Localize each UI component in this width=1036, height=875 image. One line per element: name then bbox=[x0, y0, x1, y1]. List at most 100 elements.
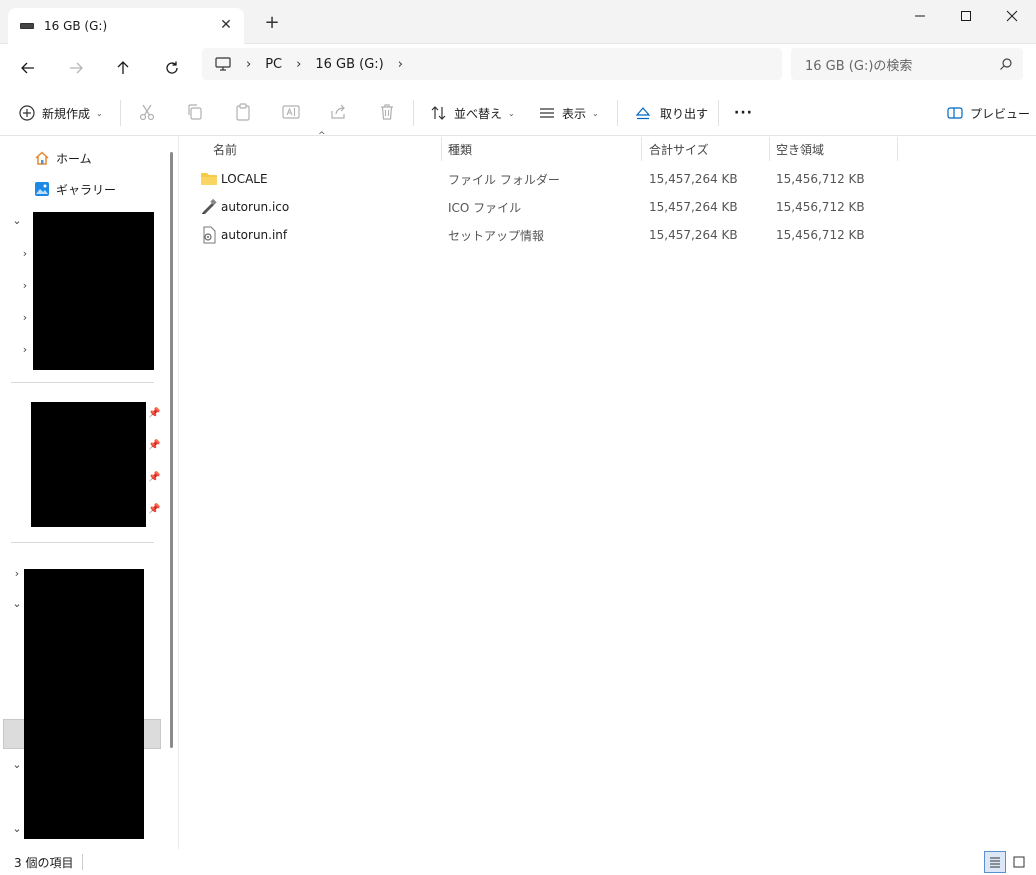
chevron-down-icon: ⌄ bbox=[508, 108, 515, 118]
status-bar: 3 個の項目 bbox=[0, 849, 1036, 875]
chevron-right-icon[interactable]: › bbox=[19, 279, 31, 292]
eject-icon bbox=[635, 107, 651, 120]
file-free-space: 15,456,712 KB bbox=[776, 172, 865, 186]
column-header-free-space[interactable]: 空き領域 bbox=[776, 137, 824, 161]
sidebar-item-gallery[interactable]: ギャラリー bbox=[34, 178, 116, 200]
breadcrumb-drive[interactable]: 16 GB (G:) bbox=[315, 57, 383, 72]
view-button[interactable]: 表示 ⌄ bbox=[538, 98, 599, 128]
column-divider[interactable] bbox=[897, 137, 898, 161]
chevron-down-icon[interactable]: ⌄ bbox=[11, 758, 23, 771]
tab-current[interactable]: 16 GB (G:) ✕ bbox=[8, 8, 244, 44]
item-count: 3 個の項目 bbox=[14, 856, 74, 870]
computer-icon bbox=[214, 56, 232, 72]
chevron-down-icon[interactable]: ⌄ bbox=[11, 597, 23, 610]
more-label: ··· bbox=[734, 105, 753, 121]
redacted-region bbox=[24, 569, 144, 839]
maximize-icon bbox=[961, 11, 971, 21]
minimize-button[interactable] bbox=[897, 0, 943, 32]
chevron-right-icon[interactable]: › bbox=[19, 311, 31, 324]
maximize-button[interactable] bbox=[943, 0, 989, 32]
setup-file-icon bbox=[203, 226, 216, 244]
eject-button[interactable]: 取り出す bbox=[634, 98, 708, 128]
chevron-right-icon[interactable]: › bbox=[11, 567, 23, 580]
home-icon bbox=[35, 151, 49, 165]
close-window-button[interactable] bbox=[989, 0, 1035, 32]
more-options-button[interactable]: ··· bbox=[734, 98, 753, 128]
chevron-down-icon: ⌄ bbox=[592, 108, 599, 118]
refresh-button[interactable] bbox=[156, 52, 188, 84]
divider bbox=[413, 100, 414, 126]
forward-button[interactable] bbox=[60, 52, 92, 84]
rename-icon[interactable] bbox=[281, 102, 301, 122]
column-divider[interactable] bbox=[441, 137, 442, 161]
sidebar-scrollbar[interactable] bbox=[170, 152, 173, 748]
chevron-right-icon[interactable]: › bbox=[19, 247, 31, 260]
new-button[interactable]: 新規作成 ⌄ bbox=[18, 98, 103, 128]
search-icon bbox=[1000, 58, 1012, 70]
file-free-space: 15,456,712 KB bbox=[776, 200, 865, 214]
view-list-icon bbox=[540, 108, 554, 118]
breadcrumb-chevron-icon[interactable]: › bbox=[398, 57, 403, 72]
file-type: ICO ファイル bbox=[448, 200, 522, 215]
search-input[interactable]: 16 GB (G:)の検索 bbox=[791, 48, 1023, 80]
arrow-left-icon bbox=[21, 62, 34, 74]
up-button[interactable] bbox=[107, 52, 139, 84]
arrow-up-icon bbox=[117, 61, 129, 74]
chevron-down-icon[interactable]: ⌄ bbox=[11, 822, 23, 835]
pane-splitter[interactable] bbox=[178, 136, 179, 849]
file-name: autorun.inf bbox=[221, 228, 288, 242]
column-header-type[interactable]: 種類 bbox=[448, 137, 472, 161]
close-icon bbox=[1006, 10, 1018, 22]
divider bbox=[82, 854, 83, 870]
sidebar-item-home[interactable]: ホーム bbox=[34, 147, 92, 169]
back-button[interactable] bbox=[12, 52, 44, 84]
title-bar: 16 GB (G:) ✕ + bbox=[0, 0, 1036, 44]
file-total-size: 15,457,264 KB bbox=[649, 200, 738, 214]
breadcrumb-pc[interactable]: PC bbox=[265, 57, 282, 72]
address-bar[interactable]: › PC › 16 GB (G:) › bbox=[202, 48, 782, 80]
breadcrumb-chevron-icon[interactable]: › bbox=[246, 57, 251, 72]
redacted-region bbox=[31, 402, 146, 527]
details-view-button[interactable] bbox=[984, 851, 1006, 873]
column-divider[interactable] bbox=[641, 137, 642, 161]
close-tab-button[interactable]: ✕ bbox=[216, 16, 236, 36]
pin-icon: 📌 bbox=[148, 472, 161, 483]
sidebar-item-label: ホーム bbox=[56, 151, 92, 166]
gallery-icon bbox=[35, 182, 49, 196]
minimize-icon bbox=[915, 15, 925, 17]
sort-label: 並べ替え bbox=[454, 106, 503, 121]
chevron-down-icon: ⌄ bbox=[96, 108, 103, 118]
navigation-pane: ホーム ギャラリー ⌄ › › › › 📌 📌 📌 📌 › ⌄ ⌄ ⌄ bbox=[0, 136, 165, 849]
column-header-name[interactable]: 名前 bbox=[213, 137, 237, 161]
arrow-right-icon bbox=[70, 62, 83, 74]
eject-label: 取り出す bbox=[660, 106, 709, 121]
preview-pane-icon bbox=[947, 107, 963, 119]
file-free-space: 15,456,712 KB bbox=[776, 228, 865, 242]
chevron-right-icon[interactable]: › bbox=[19, 343, 31, 356]
ico-file-icon bbox=[202, 198, 217, 214]
divider bbox=[11, 542, 154, 543]
drive-icon bbox=[20, 23, 34, 29]
breadcrumb-chevron-icon[interactable]: › bbox=[296, 57, 301, 72]
cut-icon[interactable] bbox=[137, 102, 157, 122]
new-tab-button[interactable]: + bbox=[262, 13, 282, 33]
column-divider[interactable] bbox=[769, 137, 770, 161]
file-row[interactable]: LOCALE ファイル フォルダー 15,457,264 KB 15,456,7… bbox=[195, 166, 895, 192]
sidebar-item-label: ギャラリー bbox=[56, 182, 117, 197]
refresh-icon bbox=[166, 61, 178, 74]
sort-button[interactable]: 並べ替え ⌄ bbox=[430, 98, 515, 128]
file-row[interactable]: autorun.ico ICO ファイル 15,457,264 KB 15,45… bbox=[195, 194, 895, 220]
pin-icon: 📌 bbox=[148, 504, 161, 515]
column-header-total-size[interactable]: 合計サイズ bbox=[649, 137, 709, 161]
chevron-down-icon[interactable]: ⌄ bbox=[11, 214, 23, 227]
share-icon[interactable] bbox=[329, 102, 349, 122]
preview-pane-button[interactable]: プレビュー bbox=[946, 98, 1030, 128]
copy-icon[interactable] bbox=[185, 102, 205, 122]
details-view-icon bbox=[990, 857, 1000, 868]
file-row[interactable]: autorun.inf セットアップ情報 15,457,264 KB 15,45… bbox=[195, 222, 895, 248]
paste-icon[interactable] bbox=[233, 102, 253, 122]
folder-icon bbox=[201, 173, 217, 185]
pin-icon: 📌 bbox=[148, 440, 161, 451]
tiles-view-button[interactable] bbox=[1008, 851, 1030, 873]
delete-icon[interactable] bbox=[377, 102, 397, 122]
